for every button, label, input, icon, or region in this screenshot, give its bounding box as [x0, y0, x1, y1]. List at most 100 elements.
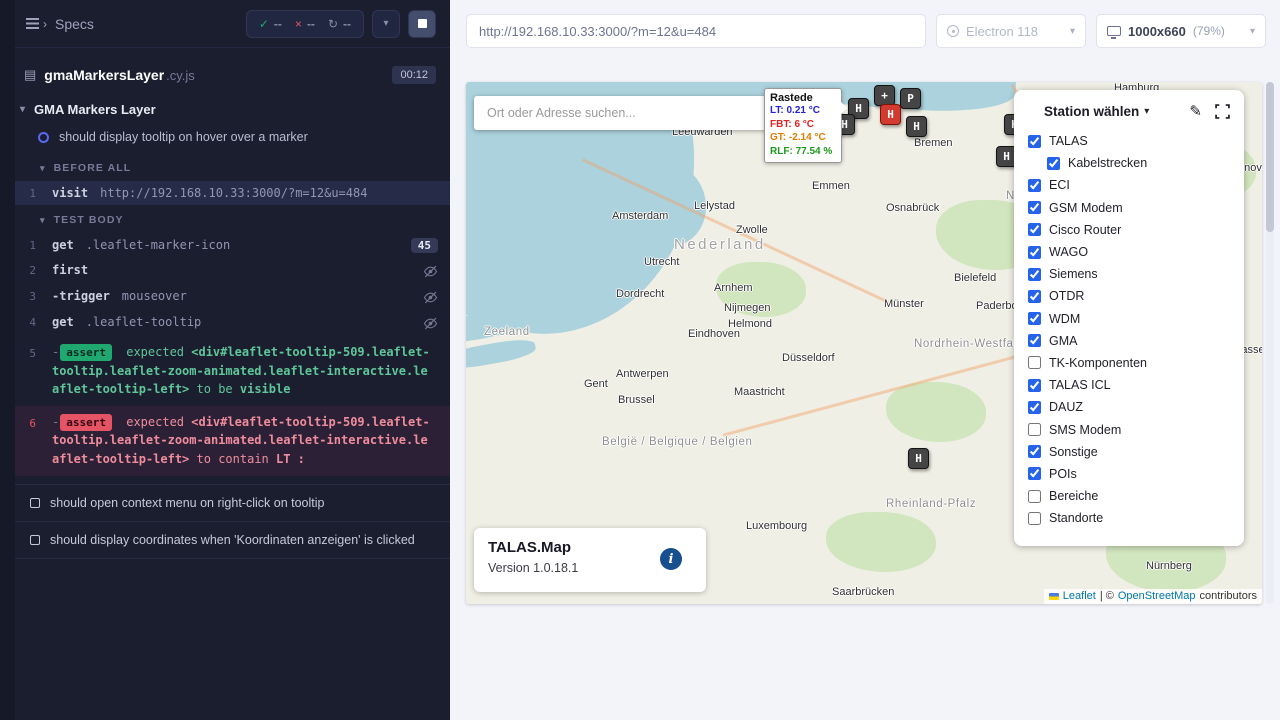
- tooltip-row-value: 77.54 %: [796, 146, 833, 157]
- station-filter-item[interactable]: Standorte: [1028, 507, 1232, 529]
- tooltip-row: RLF: 77.54 %: [770, 145, 836, 159]
- suite-title[interactable]: ▾ GMA Markers Layer: [0, 92, 450, 123]
- station-checkbox[interactable]: [1028, 201, 1041, 214]
- electron-icon: [947, 25, 959, 37]
- station-checkbox[interactable]: [1028, 268, 1041, 281]
- viewport-monitor-icon: [1107, 26, 1121, 36]
- active-test[interactable]: should display tooltip on hover over a m…: [0, 123, 450, 153]
- command-row[interactable]: 3 -trigger mouseover: [0, 284, 450, 310]
- station-filter-item[interactable]: TALAS: [1028, 130, 1232, 152]
- map-attribution: Leaflet | © OpenStreetMap contributors: [1044, 589, 1262, 604]
- viewport-selector[interactable]: 1000x660 (79%) ▾: [1096, 14, 1266, 48]
- station-marker[interactable]: H: [908, 448, 929, 469]
- station-filter-item[interactable]: ECI: [1028, 174, 1232, 196]
- station-label: Cisco Router: [1049, 223, 1121, 237]
- station-filter-item[interactable]: WAGO: [1028, 241, 1232, 263]
- station-filter-item[interactable]: SMS Modem: [1028, 418, 1232, 440]
- spec-duration-badge: 00:12: [392, 66, 436, 84]
- stop-button[interactable]: [408, 10, 436, 38]
- station-checkbox[interactable]: [1028, 356, 1041, 369]
- station-filter-item[interactable]: GSM Modem: [1028, 197, 1232, 219]
- assert-expected: expected: [126, 415, 184, 429]
- station-filter-item[interactable]: WDM: [1028, 308, 1232, 330]
- command-name: -trigger: [52, 289, 110, 303]
- assert-condition: to be: [197, 382, 233, 396]
- leaflet-flag-icon: [1049, 593, 1059, 600]
- station-filter-item[interactable]: Cisco Router: [1028, 219, 1232, 241]
- before-all-section[interactable]: ▾ BEFORE ALL: [0, 153, 450, 181]
- info-icon[interactable]: i: [660, 548, 682, 570]
- command-row[interactable]: 2 first: [0, 258, 450, 284]
- station-filter-item[interactable]: POIs: [1028, 463, 1232, 485]
- search-input[interactable]: [485, 105, 763, 121]
- station-checkbox[interactable]: [1028, 246, 1041, 259]
- command-row[interactable]: 1 get .leaflet-marker-icon 45: [0, 233, 450, 258]
- test-body-label: TEST BODY: [54, 214, 124, 226]
- pending-test-icon: [30, 498, 40, 508]
- station-label: Bereiche: [1049, 489, 1098, 503]
- pending-test[interactable]: should display coordinates when 'Koordin…: [0, 521, 450, 559]
- station-checkbox[interactable]: [1028, 334, 1041, 347]
- station-checkbox[interactable]: [1028, 512, 1041, 525]
- preview-scrollbar[interactable]: [1266, 82, 1274, 604]
- station-marker[interactable]: +: [874, 85, 895, 106]
- station-filter-item[interactable]: GMA: [1028, 330, 1232, 352]
- aut-url-bar[interactable]: http://192.168.10.33:3000/?m=12&u=484: [466, 14, 926, 48]
- command-args: .leaflet-marker-icon: [86, 238, 231, 252]
- station-filter-item[interactable]: TALAS ICL: [1028, 374, 1232, 396]
- station-panel-title[interactable]: Station wählen: [1044, 104, 1139, 119]
- hidden-command-eye-icon: [423, 316, 438, 331]
- station-filter-item[interactable]: Siemens: [1028, 263, 1232, 285]
- pending-test[interactable]: should open context menu on right-click …: [0, 484, 450, 521]
- station-checkbox[interactable]: [1028, 467, 1041, 480]
- assert-dash: -: [52, 415, 59, 429]
- spec-name[interactable]: gmaMarkersLayer: [44, 67, 164, 83]
- app-preview: http://192.168.10.33:3000/?m=12&u=484 El…: [450, 0, 1280, 720]
- station-marker[interactable]: P: [900, 88, 921, 109]
- fullscreen-icon[interactable]: [1215, 104, 1230, 119]
- leaflet-link[interactable]: Leaflet: [1063, 590, 1096, 602]
- station-checkbox[interactable]: [1047, 157, 1060, 170]
- station-checkbox[interactable]: [1028, 223, 1041, 236]
- station-marker[interactable]: H: [880, 104, 901, 125]
- station-checkbox[interactable]: [1028, 423, 1041, 436]
- station-checkbox[interactable]: [1028, 312, 1041, 325]
- aut-url: http://192.168.10.33:3000/?m=12&u=484: [479, 24, 716, 39]
- assert-value: visible: [240, 382, 291, 396]
- test-body-section[interactable]: ▾ TEST BODY: [0, 205, 450, 233]
- station-checkbox[interactable]: [1028, 379, 1041, 392]
- scrollbar-thumb[interactable]: [1266, 82, 1274, 232]
- station-filter-item[interactable]: OTDR: [1028, 285, 1232, 307]
- station-marker[interactable]: H: [906, 116, 927, 137]
- element-count-badge: 45: [411, 238, 438, 253]
- failed-count: --: [307, 17, 315, 31]
- browser-selector[interactable]: Electron 118 ▾: [936, 14, 1086, 48]
- reporter-header: › Specs ✓-- ×-- ↻-- ▾: [0, 0, 450, 48]
- station-filter-item[interactable]: Kabelstrecken: [1028, 152, 1232, 174]
- station-filter-item[interactable]: Sonstige: [1028, 441, 1232, 463]
- edit-pencil-icon[interactable]: ✎: [1189, 104, 1202, 119]
- station-panel: Station wählen ▾ ✎ TALAS: [1014, 90, 1244, 546]
- collapse-reporter-button[interactable]: ▾: [372, 10, 400, 38]
- station-checkbox[interactable]: [1028, 290, 1041, 303]
- chevron-down-icon[interactable]: ▾: [1144, 106, 1149, 117]
- station-filter-item[interactable]: Bereiche: [1028, 485, 1232, 507]
- station-checkbox[interactable]: [1028, 401, 1041, 414]
- station-filter-item[interactable]: TK-Komponenten: [1028, 352, 1232, 374]
- station-checkbox[interactable]: [1028, 490, 1041, 503]
- spec-header: ▤ gmaMarkersLayer .cy.js 00:12: [0, 48, 450, 92]
- station-label: OTDR: [1049, 289, 1084, 303]
- assert-badge: assert: [60, 414, 112, 431]
- station-label: Standorte: [1049, 511, 1103, 525]
- station-checkbox[interactable]: [1028, 179, 1041, 192]
- osm-link[interactable]: OpenStreetMap: [1118, 590, 1196, 602]
- command-row[interactable]: 4 get .leaflet-tooltip: [0, 310, 450, 336]
- assert-row[interactable]: 6 -assert expected <div#leaflet-tooltip-…: [0, 406, 450, 476]
- station-checkbox[interactable]: [1028, 445, 1041, 458]
- station-filter-item[interactable]: DAUZ: [1028, 396, 1232, 418]
- station-checkbox[interactable]: [1028, 135, 1041, 148]
- map-search[interactable]: [474, 96, 774, 130]
- specs-menu-button[interactable]: › Specs: [26, 16, 94, 32]
- command-visit[interactable]: 1 visit http://192.168.10.33:3000/?m=12&…: [0, 181, 450, 205]
- assert-row[interactable]: 5 -assert expected <div#leaflet-tooltip-…: [0, 336, 450, 406]
